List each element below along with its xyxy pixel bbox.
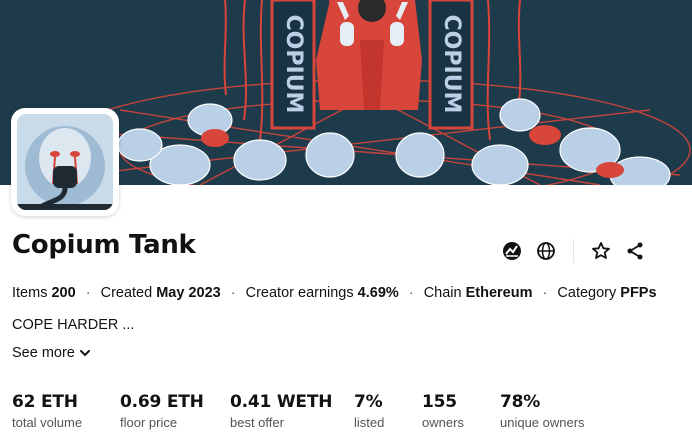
chevron-down-icon: [79, 350, 90, 357]
meta-created-label: Created: [100, 285, 153, 301]
meta-chain-value: Ethereum: [465, 285, 533, 301]
stat-value: 7%: [354, 392, 383, 412]
stat-value: 78%: [500, 392, 541, 412]
stat-listed[interactable]: 7% listed: [354, 392, 422, 430]
collection-avatar: [11, 108, 119, 216]
see-more-button[interactable]: See more: [12, 345, 91, 361]
meta-separator: ·: [542, 285, 548, 301]
favorite-button[interactable]: [584, 236, 618, 266]
share-icon: [627, 242, 643, 260]
meta-items-label: Items: [12, 285, 48, 301]
share-button[interactable]: [618, 236, 652, 266]
meta-category-value: PFPs: [620, 285, 657, 301]
actions-divider: [573, 239, 574, 263]
collection-stats: 62 ETH total volume 0.69 ETH floor price…: [12, 392, 610, 430]
meta-chain-label: Chain: [423, 285, 462, 301]
stat-best-offer[interactable]: 0.41 WETH best offer: [230, 392, 354, 430]
stat-label: listed: [354, 415, 385, 430]
stat-label: owners: [422, 415, 464, 430]
activity-button[interactable]: [495, 236, 529, 266]
stat-label: floor price: [120, 415, 178, 430]
stat-label: unique owners: [500, 415, 585, 430]
collection-actions: [495, 236, 652, 266]
meta-separator: ·: [408, 285, 414, 301]
meta-separator: ·: [85, 285, 91, 301]
meta-earnings-value: 4.69%: [357, 285, 399, 301]
stat-total-volume[interactable]: 62 ETH total volume: [12, 392, 120, 430]
collection-title: Copium Tank: [12, 230, 196, 260]
stat-label: total volume: [12, 415, 83, 430]
meta-earnings-label: Creator earnings: [245, 285, 354, 301]
stat-value: 62 ETH: [12, 392, 78, 412]
see-more-label: See more: [12, 345, 75, 361]
avatar-image: [17, 114, 113, 210]
stat-owners[interactable]: 155 owners: [422, 392, 500, 430]
activity-chart-icon: [503, 242, 521, 260]
meta-created-value: May 2023: [156, 285, 221, 301]
stat-value: 155: [422, 392, 457, 412]
stat-label: best offer: [230, 415, 284, 430]
banner-tank-text-left: COPIUM: [281, 15, 306, 114]
collection-description: COPE HARDER ...: [12, 317, 135, 333]
meta-items-value: 200: [51, 285, 76, 301]
meta-separator: ·: [230, 285, 236, 301]
star-icon: [592, 242, 610, 259]
collection-meta: Items 200 · Created May 2023 · Creator e…: [12, 285, 657, 301]
stat-floor-price[interactable]: 0.69 ETH floor price: [120, 392, 230, 430]
stat-unique-owners[interactable]: 78% unique owners: [500, 392, 610, 430]
website-button[interactable]: [529, 236, 563, 266]
stat-value: 0.69 ETH: [120, 392, 204, 412]
stat-value: 0.41 WETH: [230, 392, 333, 412]
meta-category-label: Category: [557, 285, 617, 301]
globe-icon: [537, 242, 555, 260]
banner-tank-text-right: COPIUM: [439, 15, 464, 114]
